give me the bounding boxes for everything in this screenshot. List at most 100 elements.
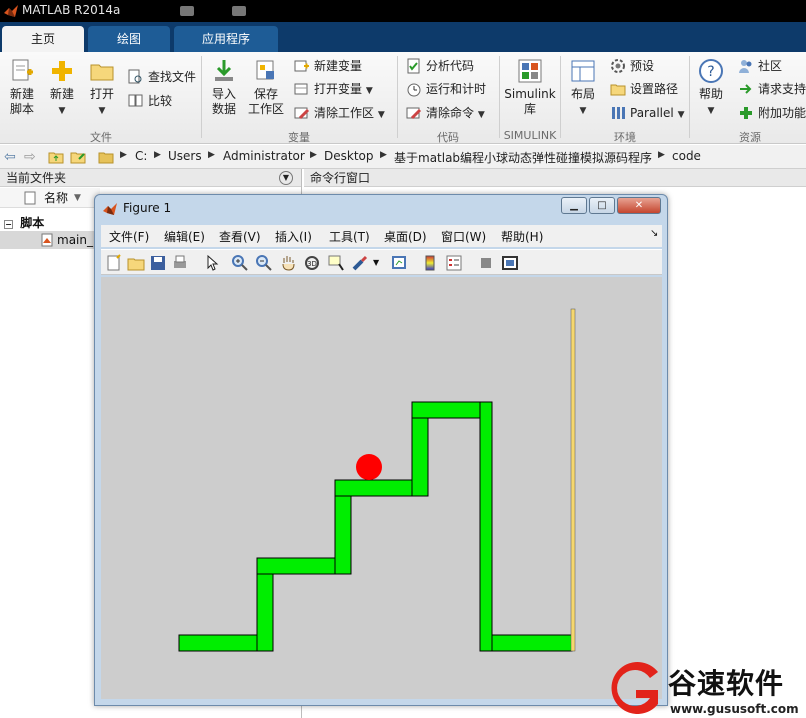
blurred-icon [232, 6, 246, 16]
zoom-in-icon[interactable] [231, 254, 249, 272]
breadcrumb-item[interactable]: C: [135, 149, 147, 163]
group-label-resources: 资源 [739, 131, 761, 144]
back-arrow-icon[interactable]: ⇦ [4, 149, 16, 165]
tab-home[interactable]: 主页 [2, 26, 84, 52]
breadcrumb-separator-icon: ▶ [154, 150, 161, 160]
brush-icon[interactable] [351, 254, 369, 272]
menu-edit[interactable]: 编辑(E) [164, 228, 205, 245]
dropdown-caret-icon: ▼ [579, 106, 587, 116]
open-button[interactable]: 打开 ▼ [84, 58, 120, 119]
breadcrumb-separator-icon: ▶ [380, 150, 387, 160]
community-label: 社区 [758, 59, 783, 73]
minimize-button[interactable]: ▁ [561, 197, 587, 214]
menu-insert[interactable]: 插入(I) [275, 228, 312, 245]
dropdown-caret-icon[interactable]: ▼ [373, 258, 379, 267]
colorbar-icon[interactable] [421, 254, 439, 272]
import-data-button[interactable]: 导入 数据 [206, 58, 242, 117]
pointer-icon[interactable] [203, 254, 221, 272]
link-plot-icon[interactable] [391, 254, 409, 272]
preferences-button[interactable]: 预设 [610, 57, 654, 75]
new-variable-label: 新建变量 [314, 59, 363, 73]
import-arrow-icon [215, 60, 233, 81]
data-cursor-icon[interactable] [327, 254, 345, 272]
tab-apps[interactable]: 应用程序 [174, 26, 278, 52]
menu-window[interactable]: 窗口(W) [441, 228, 486, 245]
support-arrow-icon [740, 84, 752, 94]
open-variable-button[interactable]: 打开变量 ▼ [294, 80, 373, 98]
current-folder-header: 当前文件夹 ▼ [0, 169, 301, 187]
print-icon[interactable] [171, 254, 189, 272]
community-button[interactable]: 社区 [738, 57, 782, 75]
figure-axes-canvas[interactable] [101, 277, 662, 699]
simulink-library-button[interactable]: Simulink 库 [504, 58, 556, 117]
file-type-icon [24, 191, 36, 205]
save-workspace-button[interactable]: 保存 工作区 [246, 58, 286, 117]
addons-label: 附加功能 [758, 106, 806, 120]
menu-help[interactable]: 帮助(H) [501, 228, 543, 245]
breadcrumb-item[interactable]: Users [168, 149, 202, 163]
new-figure-icon[interactable] [105, 254, 123, 272]
breadcrumb-item[interactable]: Desktop [324, 149, 374, 163]
breadcrumb-item[interactable]: Administrator [223, 149, 305, 163]
run-and-time-icon [407, 83, 421, 97]
simulink-label: Simulink 库 [504, 87, 556, 116]
command-window-title: 命令行窗口 [310, 171, 371, 185]
parallel-button[interactable]: Parallel ▼ [610, 104, 684, 122]
find-files-label: 查找文件 [148, 70, 197, 84]
save-icon[interactable] [149, 254, 167, 272]
menu-file[interactable]: 文件(F) [109, 228, 149, 245]
menu-tools[interactable]: 工具(T) [329, 228, 370, 245]
clear-workspace-button[interactable]: 清除工作区 ▼ [294, 104, 385, 122]
zoom-out-icon[interactable] [255, 254, 273, 272]
breadcrumb-item[interactable]: code [672, 149, 701, 163]
dropdown-caret-icon: ▼ [477, 110, 485, 120]
group-label-simulink: SIMULINK [503, 129, 557, 142]
figure-window[interactable]: Figure 1 ▁ □ ✕ 文件(F) 编辑(E) 查看(V) 插入(I) 工… [94, 194, 668, 706]
up-folder-icon[interactable] [48, 149, 64, 165]
addons-button[interactable]: 附加功能 [738, 104, 806, 122]
new-button[interactable]: 新建 ▼ [44, 58, 80, 119]
new-variable-button[interactable]: 新建变量 [294, 57, 362, 75]
address-bar: ⇦ ⇨ ▶ C: ▶ Users ▶ Administrator ▶ Deskt… [0, 145, 806, 169]
run-and-time-button[interactable]: 运行和计时 [406, 80, 486, 98]
drive-folder-icon [98, 152, 114, 164]
forward-arrow-icon[interactable]: ⇨ [24, 149, 36, 165]
figure-toolbar: 3D ▼ [101, 249, 662, 275]
script-group-row[interactable]: − 脚本 [4, 214, 44, 231]
tab-plots[interactable]: 绘图 [88, 26, 170, 52]
maximize-button[interactable]: □ [589, 197, 615, 214]
collapse-icon[interactable]: − [4, 220, 13, 229]
breadcrumb-item[interactable]: 基于matlab编程小球动态弹性碰撞模拟源码程序 [394, 149, 652, 166]
dropdown-caret-icon: ▼ [677, 110, 685, 120]
compare-button[interactable]: 比较 [128, 92, 172, 110]
legend-icon[interactable] [445, 254, 463, 272]
hide-plot-tools-icon[interactable] [477, 254, 495, 272]
request-support-button[interactable]: 请求支持 [738, 80, 806, 98]
open-file-icon[interactable] [127, 254, 145, 272]
menu-view[interactable]: 查看(V) [219, 228, 261, 245]
close-button[interactable]: ✕ [617, 197, 661, 214]
dock-arrow-icon[interactable]: ↘ [650, 228, 658, 239]
set-path-button[interactable]: 设置路径 [610, 80, 678, 98]
show-plot-tools-icon[interactable] [501, 254, 519, 272]
analyze-code-button[interactable]: 分析代码 [406, 57, 474, 75]
pan-hand-icon[interactable] [279, 254, 297, 272]
rotate-3d-icon[interactable]: 3D [303, 254, 321, 272]
parallel-label: Parallel [630, 106, 674, 120]
file-row[interactable]: main_r [0, 231, 100, 249]
new-script-button[interactable]: 新建 脚本 [4, 58, 40, 117]
layout-button[interactable]: 布局 ▼ [566, 58, 600, 119]
find-files-button[interactable]: 查找文件 [128, 68, 196, 86]
dropdown-caret-icon: ▼ [377, 110, 385, 120]
watermark-url: www.gususoft.com [670, 702, 799, 716]
panel-menu-icon[interactable]: ▼ [279, 171, 293, 185]
menu-desktop[interactable]: 桌面(D) [384, 228, 427, 245]
stairs-shape [178, 401, 573, 652]
clear-commands-label: 清除命令 [426, 106, 475, 120]
help-button[interactable]: ? 帮助 ▼ [694, 58, 728, 119]
clear-commands-button[interactable]: 清除命令 ▼ [406, 104, 485, 122]
group-label-variable: 变量 [288, 131, 310, 144]
browse-folder-icon[interactable] [70, 149, 86, 165]
right-wall [570, 308, 576, 652]
name-column-header[interactable]: 名称 ▼ [0, 188, 100, 208]
